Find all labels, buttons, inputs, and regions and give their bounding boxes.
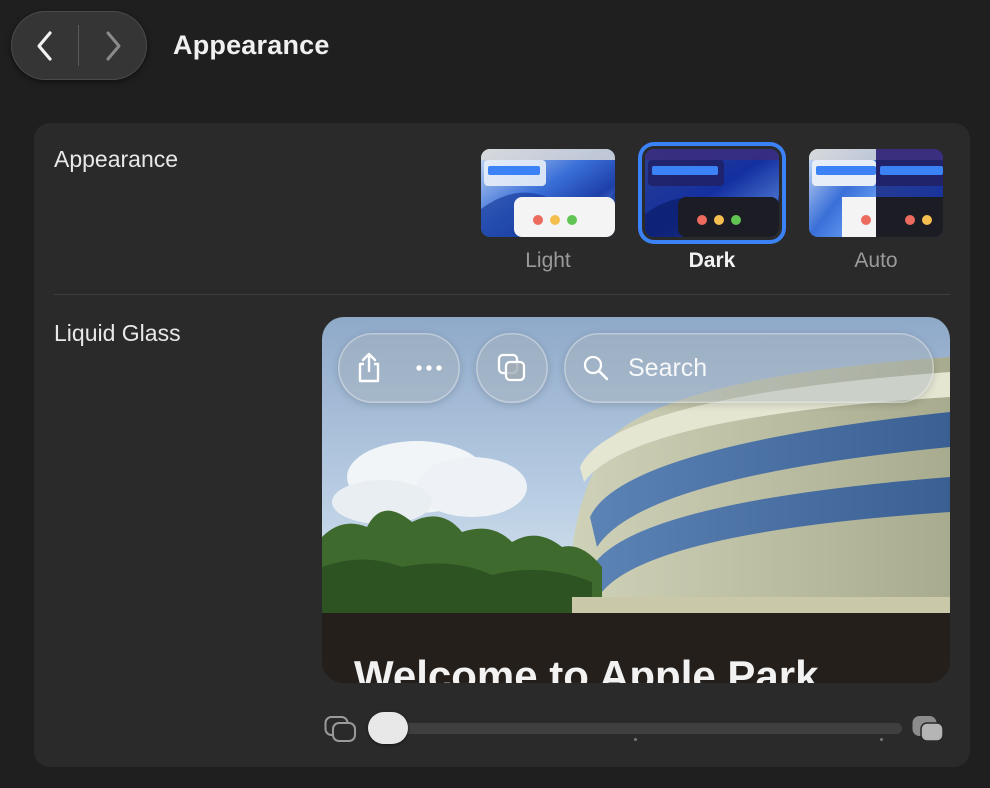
appearance-label: Appearance — [54, 146, 179, 172]
light-thumbnail — [481, 149, 615, 237]
divider — [54, 294, 950, 295]
share-more-button-group — [338, 333, 460, 403]
liquid-glass-slider — [34, 703, 970, 753]
more-icon[interactable] — [414, 363, 444, 373]
liquid-glass-label: Liquid Glass — [54, 320, 181, 346]
dark-thumbnail — [645, 149, 779, 237]
chevron-right-icon — [106, 31, 121, 60]
appearance-option-label: Dark — [688, 249, 736, 272]
search-icon — [583, 355, 609, 381]
toolbar: Appearance — [0, 0, 990, 96]
auto-thumbnail — [809, 149, 943, 237]
tinted-glass-icon — [912, 716, 944, 742]
tabs-button[interactable] — [476, 333, 548, 403]
slider-tick — [880, 738, 883, 741]
liquid-glass-preview: Search Welcome to Apple Park — [322, 317, 950, 683]
slider-knob[interactable] — [368, 712, 408, 744]
appearance-option-label: Light — [525, 249, 571, 272]
clear-glass-icon — [324, 716, 356, 742]
chevron-left-icon — [37, 30, 52, 61]
back-button[interactable] — [11, 11, 79, 80]
appearance-option-label: Auto — [854, 249, 898, 272]
tabs-icon — [497, 353, 526, 382]
search-placeholder: Search — [628, 354, 708, 382]
settings-panel: Appearance Light Dark Auto Liquid Glass … — [34, 123, 970, 767]
search-field[interactable]: Search — [564, 333, 934, 403]
slider-tick — [634, 738, 637, 741]
preview-heading: Welcome to Apple Park — [354, 652, 819, 683]
window-title: Appearance — [173, 30, 330, 60]
share-icon[interactable] — [354, 351, 384, 385]
slider-track[interactable] — [368, 723, 902, 734]
navigation-buttons — [11, 11, 147, 80]
forward-button[interactable] — [79, 11, 147, 80]
